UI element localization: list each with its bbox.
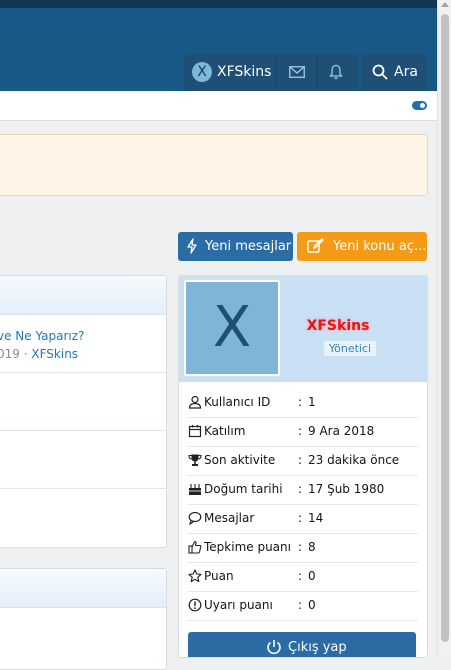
stat-colon: : — [298, 598, 303, 612]
latest-posts-panel: ve Ne Yaparız? 019 · XFSkins — [0, 275, 167, 548]
stat-colon: : — [298, 569, 303, 583]
user-nav-group: X XFSkins — [184, 54, 359, 91]
row-divider — [0, 372, 166, 373]
stat-row-points: Puan : 0 — [188, 562, 418, 592]
stat-value: 14 — [308, 511, 324, 525]
edit-icon — [307, 238, 324, 257]
notice-banner — [0, 134, 428, 196]
role-badge: Yönetici — [324, 341, 376, 356]
stat-colon: : — [298, 395, 303, 409]
sub-navigation-bar — [0, 91, 437, 121]
logout-button[interactable]: Çıkış yap — [188, 632, 416, 657]
trophy-icon — [188, 453, 202, 467]
stat-value: 9 Ara 2018 — [308, 424, 375, 438]
thread-author-link[interactable]: XFSkins — [31, 347, 78, 361]
profile-username[interactable]: XFSkins — [289, 318, 387, 334]
stat-label: Doğum tarihi — [204, 482, 283, 496]
row-divider — [0, 430, 166, 431]
stat-value: 23 dakika önce — [308, 453, 400, 467]
stat-row-last-activity: Son aktivite : 23 dakika önce — [188, 446, 418, 476]
scroll-up-arrow-icon[interactable] — [441, 2, 449, 7]
power-icon — [266, 639, 282, 657]
profile-header: X XFSkins Yönetici — [179, 276, 427, 382]
stat-value: 0 — [308, 598, 316, 612]
stat-colon: : — [298, 424, 303, 438]
warning-icon — [188, 598, 202, 612]
new-topic-button[interactable]: Yeni konu aç... — [297, 232, 427, 261]
scrollbar-thumb[interactable] — [441, 14, 449, 642]
stat-label: Tepkime puanı — [204, 540, 291, 554]
new-messages-button[interactable]: Yeni mesajlar — [178, 232, 293, 261]
search-icon — [372, 64, 388, 83]
bell-icon[interactable] — [329, 64, 343, 83]
stat-row-user-id: Kullanıcı ID : 1 — [188, 388, 418, 418]
envelope-icon[interactable] — [289, 66, 305, 81]
star-icon — [188, 569, 202, 583]
stat-row-reactions: Tepkime puanı : 8 — [188, 533, 418, 563]
stat-colon: : — [298, 482, 303, 496]
secondary-panel — [0, 568, 167, 670]
profile-avatar[interactable]: X — [184, 280, 280, 376]
new-messages-label: Yeni mesajlar — [205, 239, 292, 254]
nav-divider — [317, 54, 318, 91]
panel-header — [0, 276, 166, 315]
stat-value: 1 — [308, 395, 316, 409]
thread-title-link[interactable]: ve Ne Yaparız? — [0, 329, 84, 343]
stat-label: Son aktivite — [204, 453, 276, 467]
stat-label: Puan — [204, 569, 234, 583]
row-divider — [0, 488, 166, 489]
user-icon — [188, 395, 202, 409]
user-avatar-small[interactable]: X — [192, 62, 212, 82]
stat-colon: : — [298, 540, 303, 554]
stat-row-joined: Katılım : 9 Ara 2018 — [188, 417, 418, 447]
nav-divider — [275, 54, 276, 91]
stat-label: Mesajlar — [204, 511, 255, 525]
vertical-scrollbar[interactable] — [437, 0, 451, 656]
stat-row-birthday: Doğum tarihi : 17 Şub 1980 — [188, 475, 418, 505]
user-menu-link[interactable]: XFSkins — [217, 64, 271, 80]
style-toggle[interactable] — [412, 101, 427, 110]
stat-value: 0 — [308, 569, 316, 583]
comment-icon — [188, 511, 202, 526]
profile-card: X XFSkins Yönetici Kullanıcı ID : 1 Katı… — [178, 275, 428, 658]
search-nav-group[interactable]: Ara — [362, 54, 427, 91]
logout-label: Çıkış yap — [288, 640, 347, 655]
stat-value: 17 Şub 1980 — [308, 482, 385, 496]
birthday-cake-icon — [188, 482, 202, 496]
thread-meta: 019 · XFSkins — [0, 347, 78, 361]
new-topic-label: Yeni konu aç... — [333, 239, 427, 254]
stat-label: Katılım — [204, 424, 246, 438]
stat-colon: : — [298, 511, 303, 525]
stat-value: 8 — [308, 540, 316, 554]
thread-date: 019 · — [0, 347, 28, 361]
stat-label: Kullanıcı ID — [204, 395, 271, 409]
panel-header — [0, 569, 166, 608]
stat-row-messages: Mesajlar : 14 — [188, 504, 418, 534]
stat-row-warnings: Uyarı puanı : 0 — [188, 591, 418, 621]
stat-label: Uyarı puanı — [204, 598, 273, 612]
bolt-icon — [186, 238, 198, 257]
top-strip — [0, 0, 437, 8]
calendar-icon — [188, 424, 202, 438]
search-label: Ara — [394, 64, 418, 80]
stat-colon: : — [298, 453, 303, 467]
thumbs-up-icon — [188, 540, 202, 554]
